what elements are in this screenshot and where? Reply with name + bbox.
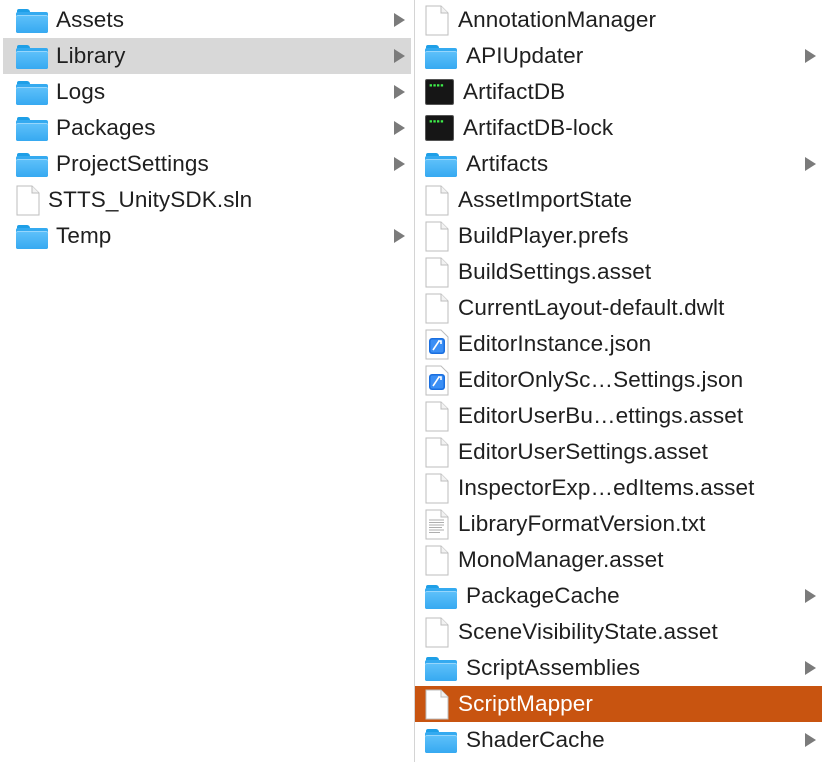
file-name: Packages <box>56 115 156 140</box>
document-icon <box>425 473 449 504</box>
chevron-right-icon[interactable] <box>805 661 816 675</box>
file-name: ProjectSettings <box>56 151 209 176</box>
chevron-right-icon[interactable] <box>394 49 405 63</box>
file-name: CurrentLayout-default.dwlt <box>458 295 725 320</box>
document-icon <box>16 185 40 216</box>
terminal-icon: ▪▪▪▪ <box>425 115 454 141</box>
file-name: EditorInstance.json <box>458 331 652 356</box>
file-name: Logs <box>56 79 106 104</box>
document-icon <box>425 545 449 576</box>
file-name: BuildPlayer.prefs <box>458 223 629 248</box>
folder-icon <box>425 44 457 69</box>
folder-icon <box>425 584 457 609</box>
chevron-right-icon[interactable] <box>805 49 816 63</box>
file-row[interactable]: ProjectSettings <box>3 146 411 182</box>
file-row[interactable]: AnnotationManager <box>415 2 822 38</box>
file-name: MonoManager.asset <box>458 547 664 572</box>
file-name: ShaderCache <box>466 727 605 752</box>
file-name: EditorUserSettings.asset <box>458 439 709 464</box>
finder-column-library[interactable]: AnnotationManager APIUpdater ▪▪▪▪ ArtifactD… <box>415 0 826 762</box>
file-row[interactable]: BuildSettings.asset <box>415 254 822 290</box>
file-row[interactable]: PackageCache <box>415 578 822 614</box>
file-name: APIUpdater <box>466 43 584 68</box>
file-name: ArtifactDB-lock <box>463 115 614 140</box>
file-name: Temp <box>56 223 112 248</box>
file-name: AssetImportState <box>458 187 633 212</box>
chevron-right-icon[interactable] <box>805 589 816 603</box>
file-name: LibraryFormatVersion.txt <box>458 511 706 536</box>
file-row[interactable]: ShaderCache <box>415 722 822 758</box>
json-document-icon <box>425 329 449 360</box>
terminal-icon: ▪▪▪▪ <box>425 79 454 105</box>
chevron-right-icon[interactable] <box>394 157 405 171</box>
document-icon <box>425 689 449 720</box>
file-row[interactable]: ▪▪▪▪ ArtifactDB <box>415 74 822 110</box>
file-row[interactable]: EditorOnlySc…Settings.json <box>415 362 822 398</box>
file-name: SceneVisibilityState.asset <box>458 619 718 644</box>
file-name: ScriptMapper <box>458 691 594 716</box>
folder-icon <box>16 8 48 33</box>
document-icon <box>425 401 449 432</box>
document-icon <box>425 257 449 288</box>
file-name: PackageCache <box>466 583 620 608</box>
chevron-right-icon[interactable] <box>394 13 405 27</box>
file-row[interactable]: Assets <box>3 2 411 38</box>
folder-icon <box>16 224 48 249</box>
document-icon <box>425 617 449 648</box>
file-row[interactable]: LibraryFormatVersion.txt <box>415 506 822 542</box>
file-name: ArtifactDB <box>463 79 566 104</box>
file-name: BuildSettings.asset <box>458 259 652 284</box>
file-row[interactable]: ScriptMapper <box>415 686 822 722</box>
document-icon <box>425 437 449 468</box>
file-row[interactable]: AssetImportState <box>415 182 822 218</box>
file-row[interactable]: InspectorExp…edItems.asset <box>415 470 822 506</box>
chevron-right-icon[interactable] <box>394 85 405 99</box>
document-icon <box>425 293 449 324</box>
file-name: EditorUserBu…ettings.asset <box>458 403 744 428</box>
folder-icon <box>425 656 457 681</box>
folder-icon <box>16 152 48 177</box>
document-icon <box>425 185 449 216</box>
file-row[interactable]: EditorUserSettings.asset <box>415 434 822 470</box>
chevron-right-icon[interactable] <box>805 157 816 171</box>
file-row[interactable]: STTS_UnitySDK.sln <box>3 182 411 218</box>
folder-icon <box>425 152 457 177</box>
file-row[interactable]: APIUpdater <box>415 38 822 74</box>
file-name: Library <box>56 43 126 68</box>
finder-column-root[interactable]: Assets Library Logs Packages ProjectSettings… <box>0 0 414 762</box>
file-row[interactable]: BuildPlayer.prefs <box>415 218 822 254</box>
document-icon <box>425 221 449 252</box>
file-row[interactable]: ScriptAssemblies <box>415 650 822 686</box>
chevron-right-icon[interactable] <box>394 229 405 243</box>
file-name: Artifacts <box>466 151 549 176</box>
file-row[interactable]: EditorInstance.json <box>415 326 822 362</box>
file-row[interactable]: MonoManager.asset <box>415 542 822 578</box>
file-row[interactable]: ▪▪▪▪ ArtifactDB-lock <box>415 110 822 146</box>
file-row[interactable]: CurrentLayout-default.dwlt <box>415 290 822 326</box>
file-row[interactable]: Library <box>3 38 411 74</box>
folder-icon <box>16 44 48 69</box>
file-name: STTS_UnitySDK.sln <box>48 187 253 212</box>
file-name: InspectorExp…edItems.asset <box>458 475 755 500</box>
file-name: EditorOnlySc…Settings.json <box>458 367 744 392</box>
file-row[interactable]: Artifacts <box>415 146 822 182</box>
file-row[interactable]: EditorUserBu…ettings.asset <box>415 398 822 434</box>
chevron-right-icon[interactable] <box>394 121 405 135</box>
folder-icon <box>16 116 48 141</box>
folder-icon <box>425 728 457 753</box>
document-icon <box>425 5 449 36</box>
file-name: ScriptAssemblies <box>466 655 641 680</box>
chevron-right-icon[interactable] <box>805 733 816 747</box>
text-document-icon <box>425 509 449 540</box>
file-name: AnnotationManager <box>458 7 657 32</box>
file-row[interactable]: Packages <box>3 110 411 146</box>
json-document-icon <box>425 365 449 396</box>
folder-icon <box>16 80 48 105</box>
file-name: Assets <box>56 7 125 32</box>
file-row[interactable]: SceneVisibilityState.asset <box>415 614 822 650</box>
file-row[interactable]: Temp <box>3 218 411 254</box>
file-row[interactable]: Logs <box>3 74 411 110</box>
